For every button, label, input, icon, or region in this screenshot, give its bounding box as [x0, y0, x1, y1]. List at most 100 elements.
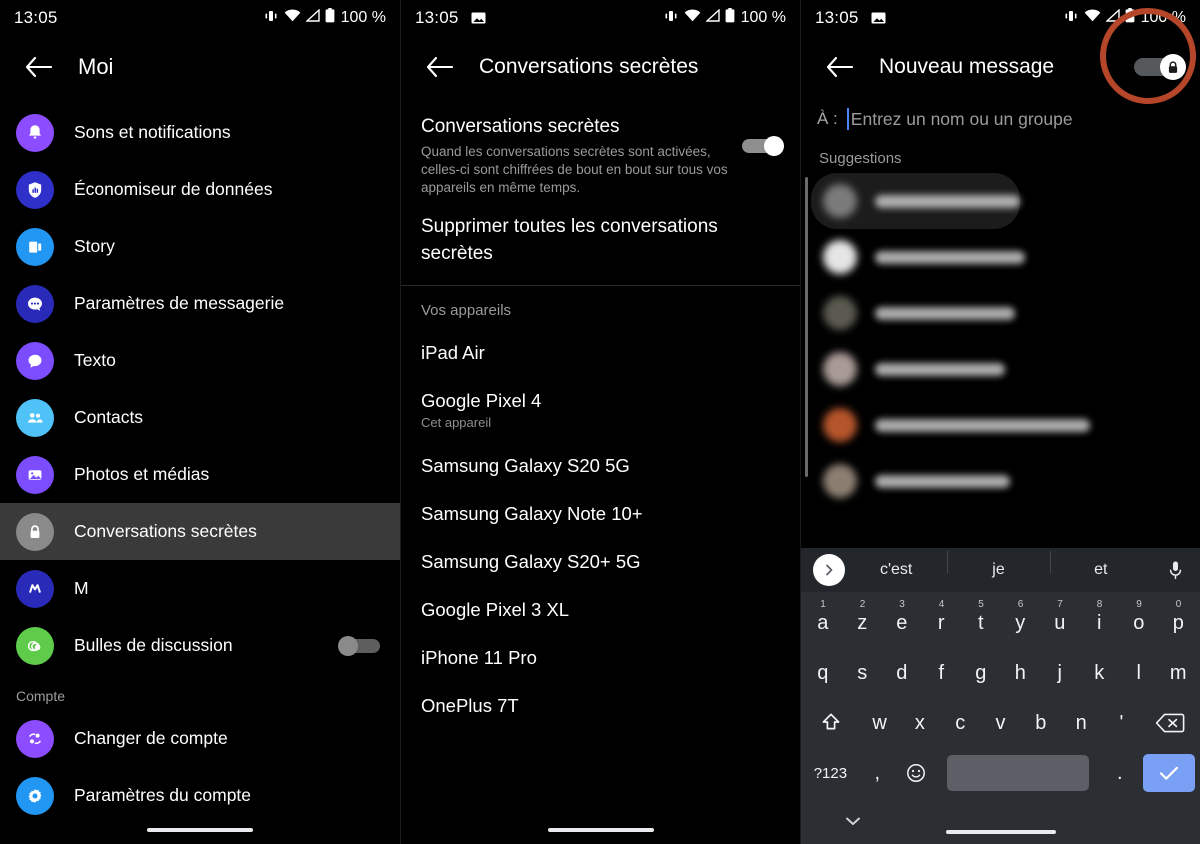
key-i[interactable]: 8i	[1080, 599, 1120, 645]
sidebar-item-photos-et-medias[interactable]: Photos et médias	[0, 446, 400, 503]
chevron-right-icon[interactable]	[813, 554, 845, 586]
emoji-icon[interactable]	[897, 751, 936, 795]
chat-bubble-icon	[16, 284, 54, 323]
list-item[interactable]	[811, 285, 1200, 341]
key-o[interactable]: 9o	[1119, 599, 1159, 645]
list-item[interactable]	[811, 341, 1200, 397]
sidebar-item-contacts[interactable]: Contacts	[0, 389, 400, 446]
sidebar-item-parametres-du-compte[interactable]: Paramètres du compte	[0, 767, 400, 824]
symbols-key[interactable]: ?123	[803, 751, 858, 795]
key-h[interactable]: h	[1001, 651, 1041, 695]
device-list-item[interactable]: Samsung Galaxy Note 10+	[401, 490, 800, 538]
key-g[interactable]: g	[961, 651, 1001, 695]
spacebar[interactable]	[936, 751, 1100, 795]
key-f[interactable]: f	[922, 651, 962, 695]
key-period[interactable]: .	[1100, 751, 1139, 795]
sidebar-item-m[interactable]: M	[0, 560, 400, 617]
key-u[interactable]: 7u	[1040, 599, 1080, 645]
device-list-item[interactable]: Samsung Galaxy S20 5G	[401, 442, 800, 490]
key-y[interactable]: 6y	[1001, 599, 1041, 645]
backspace-icon[interactable]	[1142, 701, 1198, 745]
sidebar-item-economiseur-de-donnees[interactable]: Économiseur de données	[0, 161, 400, 218]
recipient-input[interactable]: Entrez un nom ou un groupe	[851, 109, 1073, 130]
device-name: Samsung Galaxy S20+ 5G	[421, 551, 641, 572]
key-r[interactable]: 4r	[922, 599, 962, 645]
key-e[interactable]: 3e	[882, 599, 922, 645]
sidebar-item-bulles-de-discussion[interactable]: Bulles de discussion	[0, 617, 400, 674]
sidebar-item-parametres-de-messagerie[interactable]: Paramètres de messagerie	[0, 275, 400, 332]
key-q[interactable]: q	[803, 651, 843, 695]
key-apostrophe[interactable]: '	[1101, 701, 1141, 745]
text-caret	[846, 108, 849, 130]
shift-icon[interactable]	[803, 701, 859, 745]
key-j[interactable]: j	[1040, 651, 1080, 695]
key-d[interactable]: d	[882, 651, 922, 695]
back-arrow-icon[interactable]	[16, 45, 60, 89]
keyboard-suggestion-3[interactable]: et	[1049, 551, 1152, 579]
device-list-item[interactable]: OnePlus 7T	[401, 682, 800, 730]
sidebar-item-changer-de-compte[interactable]: Changer de compte	[0, 710, 400, 767]
sidebar-item-conversations-secretes[interactable]: Conversations secrètes	[0, 503, 400, 560]
key-x[interactable]: x	[900, 701, 940, 745]
page-title: Nouveau message	[879, 55, 1055, 78]
key-s[interactable]: s	[843, 651, 883, 695]
back-arrow-icon[interactable]	[417, 45, 461, 89]
battery-percent: 100 %	[340, 9, 386, 26]
key-l[interactable]: l	[1119, 651, 1159, 695]
avatar	[823, 240, 857, 274]
list-item[interactable]	[811, 173, 1020, 229]
screen-moi-settings: 13:05 100 % Moi Sons et notifications Éc…	[0, 0, 400, 844]
secret-conversations-setting[interactable]: Conversations secrètes Quand les convers…	[401, 106, 800, 203]
key-label: p	[1172, 611, 1184, 634]
key-label: e	[896, 611, 908, 634]
wifi-icon	[1084, 9, 1101, 27]
keyboard-suggestion-2[interactable]: je	[947, 551, 1049, 579]
key-a[interactable]: 1a	[803, 599, 843, 645]
key-v[interactable]: v	[980, 701, 1020, 745]
chevron-down-icon[interactable]	[803, 814, 903, 828]
key-m[interactable]: m	[1159, 651, 1199, 695]
bulles-toggle[interactable]	[338, 635, 384, 656]
secret-conversations-toggle[interactable]	[738, 136, 784, 156]
microphone-icon[interactable]	[1152, 560, 1200, 580]
scrollbar[interactable]	[805, 177, 808, 477]
device-list-item[interactable]: Google Pixel 3 XL	[401, 586, 800, 634]
key-t[interactable]: 5t	[961, 599, 1001, 645]
key-b[interactable]: b	[1021, 701, 1061, 745]
secret-mode-lock-toggle[interactable]	[1132, 54, 1186, 80]
contact-name-redacted	[875, 474, 1010, 488]
key-comma[interactable]: ,	[858, 751, 897, 795]
key-c[interactable]: c	[940, 701, 980, 745]
key-z[interactable]: 2z	[843, 599, 883, 645]
avatar	[823, 464, 857, 498]
key-label: a	[817, 611, 829, 634]
key-w[interactable]: w	[859, 701, 899, 745]
device-list-item[interactable]: Samsung Galaxy S20+ 5G	[401, 538, 800, 586]
keyboard-suggestion-1[interactable]: c'est	[845, 561, 947, 579]
device-list-item[interactable]: iPhone 11 Pro	[401, 634, 800, 682]
device-list-item[interactable]: iPad Air	[401, 329, 800, 377]
key-n[interactable]: n	[1061, 701, 1101, 745]
enter-button[interactable]	[1139, 751, 1198, 795]
sidebar-item-story[interactable]: Story	[0, 218, 400, 275]
list-item[interactable]	[811, 229, 1200, 285]
list-item[interactable]	[811, 453, 1200, 509]
sidebar-item-texto[interactable]: Texto	[0, 332, 400, 389]
photo-icon	[16, 455, 54, 494]
key-p[interactable]: 0p	[1159, 599, 1199, 645]
recipient-field-row[interactable]: À : Entrez un nom ou un groupe	[801, 98, 1200, 140]
avatar	[823, 296, 857, 330]
sidebar-item-sons-et-notifications[interactable]: Sons et notifications	[0, 104, 400, 161]
delete-all-secret-conversations-button[interactable]: Supprimer toutes les conversations secrè…	[401, 203, 741, 281]
list-item[interactable]	[811, 397, 1200, 453]
device-list-item[interactable]: Google Pixel 4 Cet appareil	[401, 377, 800, 442]
device-name: Samsung Galaxy S20 5G	[421, 455, 630, 476]
sidebar-item-label: Bulles de discussion	[74, 635, 233, 655]
sidebar-item-label: Photos et médias	[74, 464, 210, 484]
key-label: o	[1133, 611, 1145, 634]
suggestions-header: Suggestions	[819, 150, 902, 167]
app-bar: Conversations secrètes	[401, 36, 800, 98]
page-title: Conversations secrètes	[479, 55, 699, 78]
back-arrow-icon[interactable]	[817, 45, 861, 89]
key-k[interactable]: k	[1080, 651, 1120, 695]
